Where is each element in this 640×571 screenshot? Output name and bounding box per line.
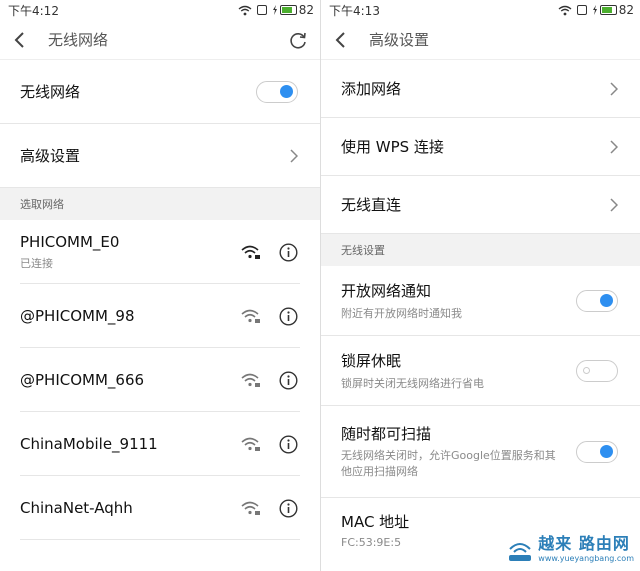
chevron-right-icon <box>290 148 298 163</box>
status-time: 下午4:12 <box>8 3 59 18</box>
open-network-notify-desc: 附近有开放网络时通知我 <box>341 307 462 320</box>
wifi-toggle[interactable] <box>256 80 298 103</box>
advanced-settings-label: 高级设置 <box>20 147 81 165</box>
battery-level: 82 <box>298 3 314 17</box>
network-name: PHICOMM_E0 <box>20 233 120 251</box>
chevron-right-icon <box>610 197 618 212</box>
info-icon[interactable] <box>279 498 298 518</box>
network-row[interactable]: PHICOMM_E0 已连接 <box>0 220 320 284</box>
advanced-settings-row[interactable]: 高级设置 <box>0 124 320 188</box>
site-watermark: 越来 路由网 www.yueyangbang.com <box>506 530 634 563</box>
mac-address-label: MAC 地址 <box>341 513 410 531</box>
always-scan-label: 随时都可扫描 <box>341 425 432 443</box>
title-bar: 无线网络 <box>0 20 320 60</box>
section-header-wireless: 无线设置 <box>321 234 640 266</box>
screen-lock-sleep-label: 锁屏休眠 <box>341 352 402 370</box>
wifi-toggle-row[interactable]: 无线网络 <box>0 60 320 124</box>
network-status: 已连接 <box>20 257 53 270</box>
back-arrow-icon <box>14 31 24 48</box>
page-title: 无线网络 <box>48 31 109 49</box>
title-bar: 高级设置 <box>321 20 640 60</box>
wifi-locked-icon <box>241 245 260 259</box>
wifi-toggle-label: 无线网络 <box>20 83 81 101</box>
watermark-brand: 越来 路由网 <box>538 534 630 553</box>
watermark-url: www.yueyangbang.com <box>538 554 634 563</box>
chevron-right-icon <box>610 81 618 96</box>
wps-connect-row[interactable]: 使用 WPS 连接 <box>321 118 640 176</box>
section-header-networks: 选取网络 <box>0 188 320 220</box>
back-button[interactable] <box>335 31 353 49</box>
always-scan-desc: 无线网络关闭时，允许Google位置服务和其他应用扫描网络 <box>341 449 556 478</box>
open-network-notify-row[interactable]: 开放网络通知 附近有开放网络时通知我 <box>321 266 640 336</box>
screen-lock-sleep-desc: 锁屏时关闭无线网络进行省电 <box>341 377 484 390</box>
wifi-direct-label: 无线直连 <box>341 196 402 214</box>
refresh-icon[interactable] <box>288 30 308 50</box>
battery-icon: 82 <box>592 3 634 17</box>
network-row[interactable]: @PHICOMM_98 <box>0 284 320 348</box>
wifi-direct-row[interactable]: 无线直连 <box>321 176 640 234</box>
battery-level: 82 <box>618 3 634 17</box>
network-row[interactable]: ChinaNet-Aqhh <box>0 476 320 540</box>
add-network-label: 添加网络 <box>341 80 402 98</box>
status-bar: 下午4:12 82 <box>0 0 320 20</box>
wifi-screen: 下午4:12 82 无线网络 无线网络 高级设置 选取网络 PHICOMM_E0… <box>0 0 320 571</box>
page-title: 高级设置 <box>369 31 430 49</box>
network-name: ChinaMobile_9111 <box>20 435 158 453</box>
screen-rotation-icon <box>576 5 587 15</box>
screen-rotation-icon <box>256 5 267 15</box>
network-name: @PHICOMM_666 <box>20 371 145 389</box>
wifi-signal-icon <box>238 5 252 15</box>
always-scan-toggle[interactable] <box>576 440 618 463</box>
wifi-signal-icon <box>558 5 572 15</box>
info-icon[interactable] <box>279 434 298 454</box>
advanced-settings-screen: 下午4:13 82 高级设置 添加网络 使用 WPS 连接 无线直连 无线设置 … <box>320 0 640 571</box>
info-icon[interactable] <box>279 306 298 326</box>
screen-lock-sleep-toggle[interactable] <box>576 359 618 382</box>
screen-lock-sleep-row[interactable]: 锁屏休眠 锁屏时关闭无线网络进行省电 <box>321 336 640 406</box>
mac-address-value: FC:53:9E:5 <box>341 536 402 549</box>
network-row[interactable]: ChinaMobile_9111 <box>0 412 320 476</box>
open-network-notify-toggle[interactable] <box>576 289 618 312</box>
always-scan-row[interactable]: 随时都可扫描 无线网络关闭时，允许Google位置服务和其他应用扫描网络 <box>321 406 640 498</box>
open-network-notify-label: 开放网络通知 <box>341 282 432 300</box>
router-logo-icon <box>509 543 532 561</box>
battery-icon: 82 <box>272 3 314 17</box>
add-network-row[interactable]: 添加网络 <box>321 60 640 118</box>
status-bar: 下午4:13 82 <box>321 0 640 20</box>
wifi-locked-icon <box>241 309 260 323</box>
network-name: ChinaNet-Aqhh <box>20 499 133 517</box>
wifi-locked-icon <box>241 373 260 387</box>
network-name: @PHICOMM_98 <box>20 307 135 325</box>
back-arrow-icon <box>335 31 345 48</box>
wps-connect-label: 使用 WPS 连接 <box>341 138 444 156</box>
wifi-locked-icon <box>241 437 260 451</box>
info-icon[interactable] <box>279 242 298 262</box>
wifi-locked-icon <box>241 501 260 515</box>
back-button[interactable] <box>14 31 32 49</box>
network-row[interactable]: @PHICOMM_666 <box>0 348 320 412</box>
status-time: 下午4:13 <box>329 3 380 18</box>
network-list: PHICOMM_E0 已连接 @PHICOMM_98 @PHICOMM_666 Chin… <box>0 220 320 540</box>
chevron-right-icon <box>610 139 618 154</box>
info-icon[interactable] <box>279 370 298 390</box>
